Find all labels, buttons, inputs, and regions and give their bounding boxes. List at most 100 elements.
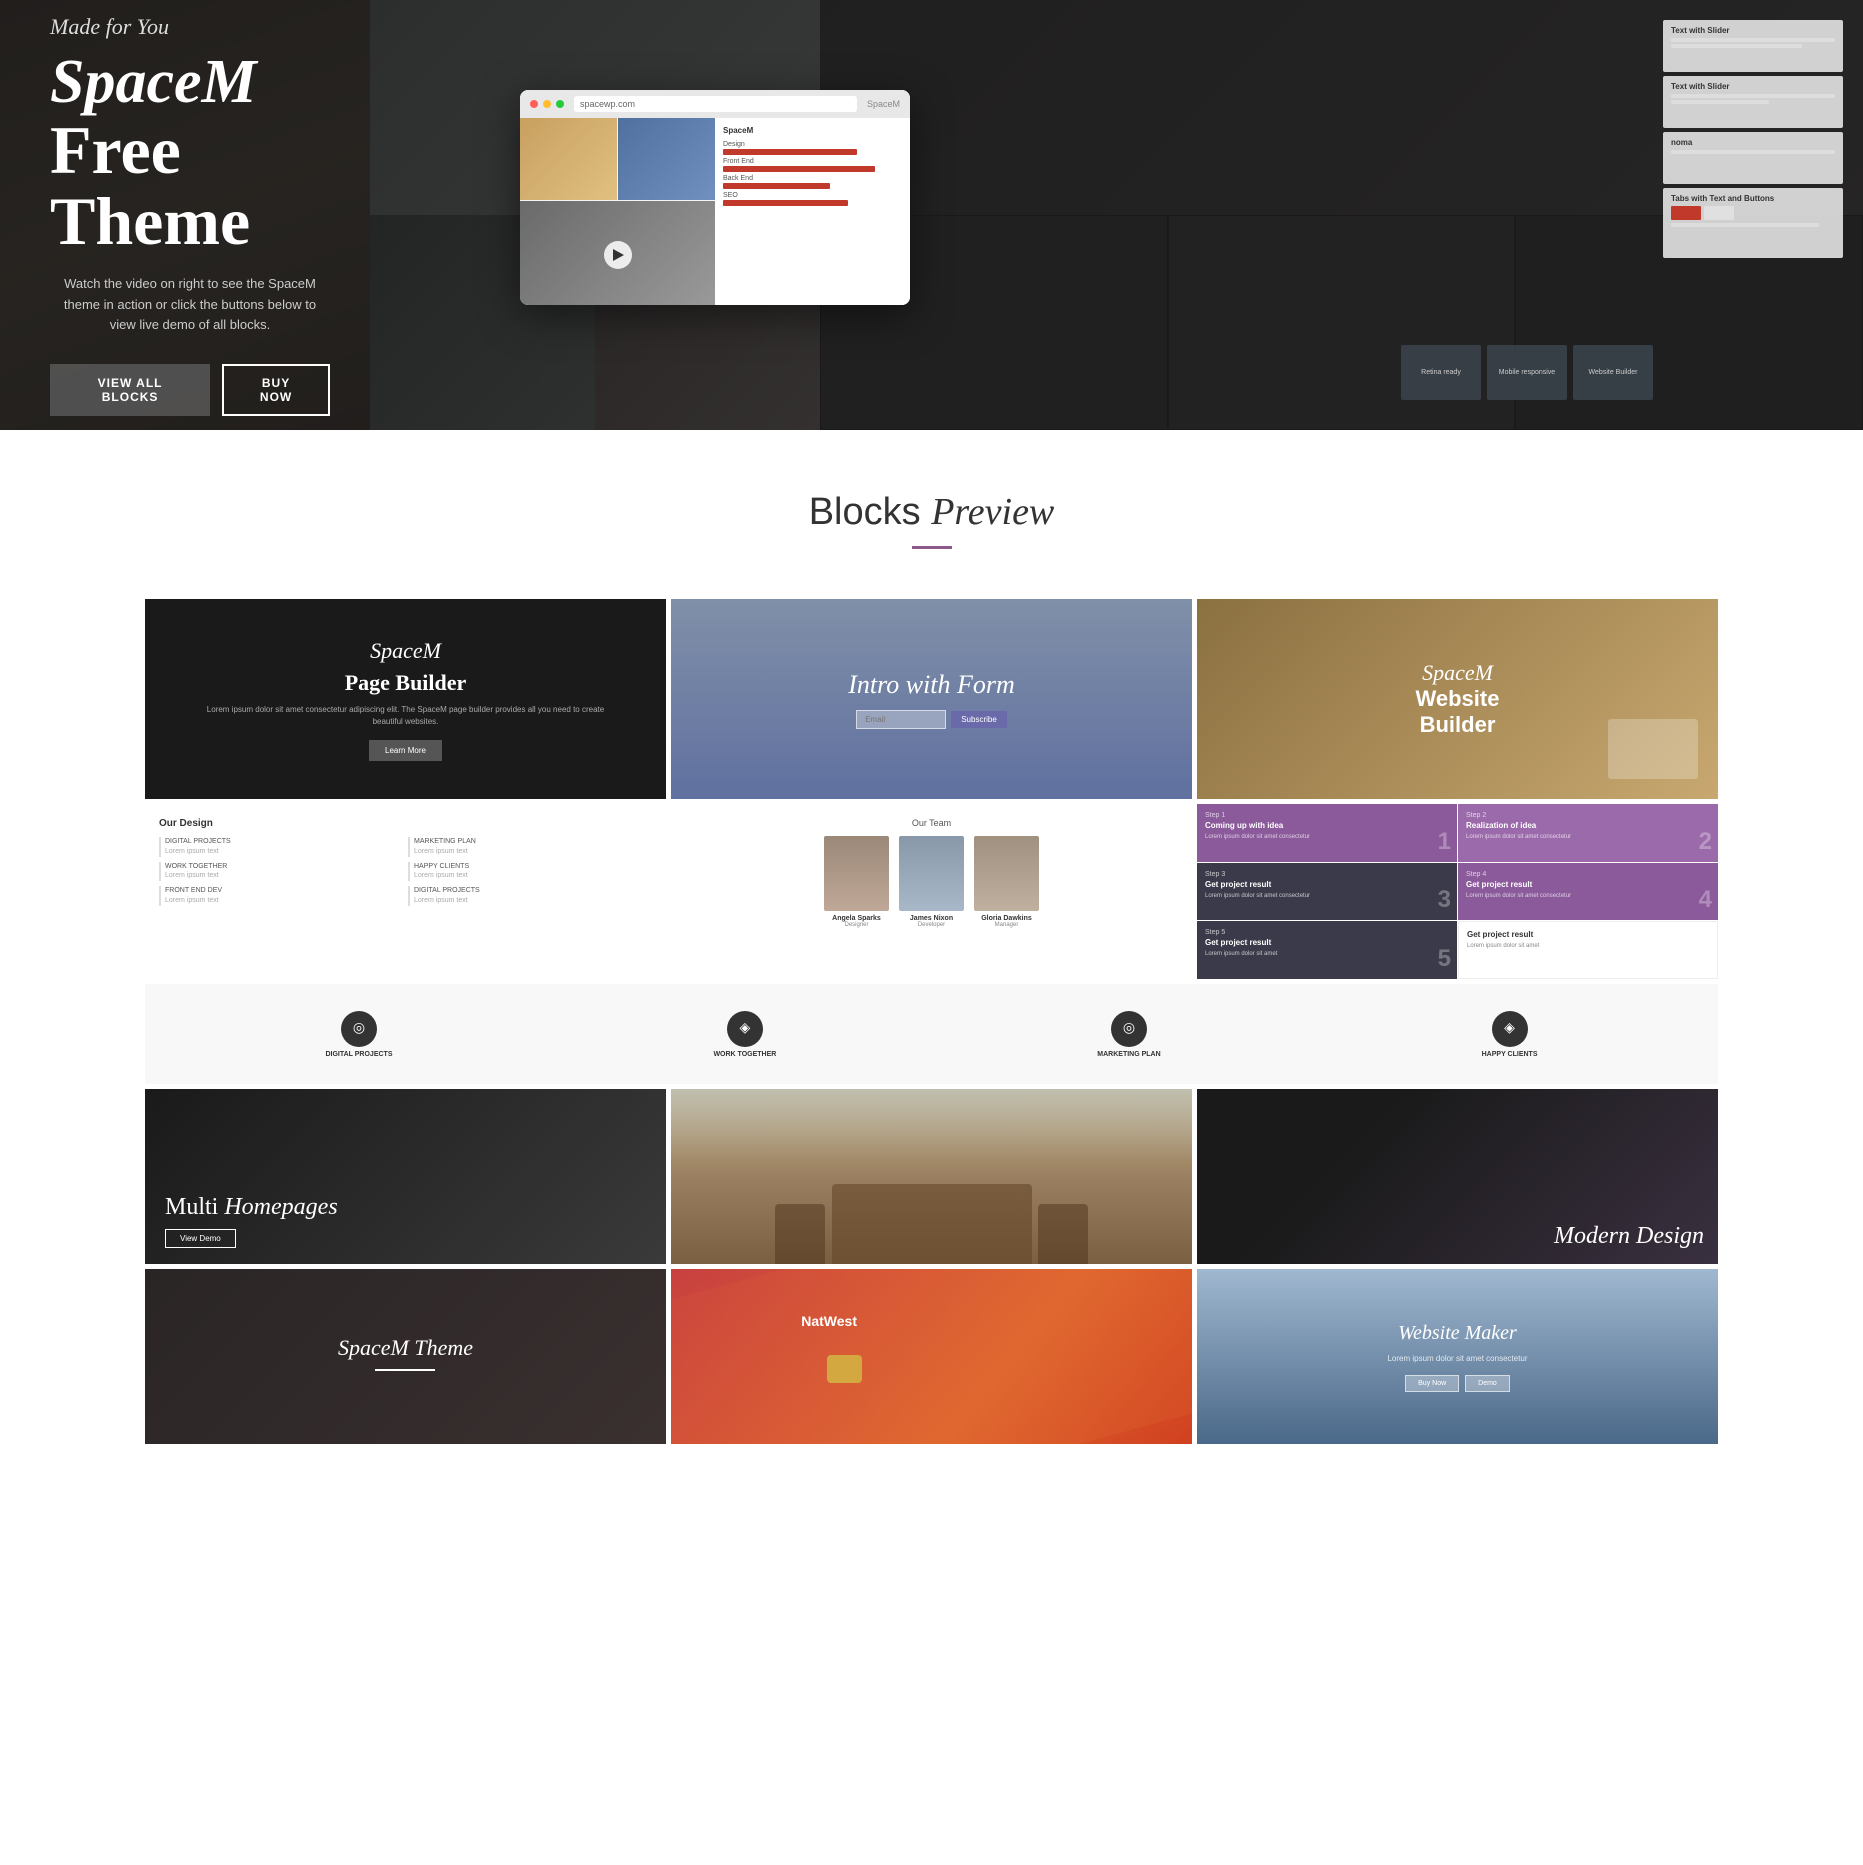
stat-item-1: ◎ DIGITAL PROJECTS xyxy=(325,1011,392,1058)
thumb-3: Website Builder xyxy=(1573,345,1653,400)
card-multi-homepages[interactable]: Multi Homepages View Demo xyxy=(145,1089,666,1264)
page-builder-desc: Lorem ipsum dolor sit amet consectetur a… xyxy=(201,704,610,728)
hero-tagline: Made for You xyxy=(50,14,330,40)
office-chair-1 xyxy=(775,1204,825,1264)
team-avatar-3 xyxy=(974,836,1039,911)
panel-1-title: Text with Slider xyxy=(1671,26,1835,35)
ps5-num: Step 5 xyxy=(1205,929,1449,936)
view-all-blocks-button[interactable]: VIEW ALL BLOCKS xyxy=(50,364,210,416)
intro-form-email-input[interactable] xyxy=(856,710,946,729)
office-window-light xyxy=(671,1089,1192,1159)
page-builder-subtitle: Page Builder xyxy=(345,670,467,696)
card-design-grid[interactable]: Our Design DIGITAL PROJECTSLorem ipsum t… xyxy=(145,804,666,979)
design-grid-header: Our Design xyxy=(159,818,652,829)
team-member-2: James Nixon Developer xyxy=(899,836,964,928)
process-step-3: Step 3 Get project result Lorem ipsum do… xyxy=(1197,863,1457,921)
browser-toolbar: spacewp.com SpaceM xyxy=(520,90,910,118)
team-name-3: Gloria Dawkins xyxy=(974,915,1039,922)
intro-form-submit-btn[interactable]: Subscribe xyxy=(951,711,1007,728)
credit-card-chip xyxy=(827,1355,862,1383)
browser-stats-panel: SpaceM Design Front End Back End SEO xyxy=(715,118,910,305)
card-website-maker[interactable]: Website Maker Lorem ipsum dolor sit amet… xyxy=(1197,1269,1718,1444)
card-page-builder[interactable]: SpaceM Page Builder Lorem ipsum dolor si… xyxy=(145,599,666,799)
card-process-steps[interactable]: Step 1 Coming up with idea Lorem ipsum d… xyxy=(1197,804,1718,979)
right-panel-1: Text with Slider xyxy=(1663,20,1843,72)
blocks-preview-title: Blocks Preview xyxy=(0,490,1863,534)
panel-2-title: Text with Slider xyxy=(1671,82,1835,91)
card-website-builder[interactable]: SpaceM Website Builder xyxy=(1197,599,1718,799)
browser-url: spacewp.com xyxy=(580,99,635,109)
maker-title: Website Maker xyxy=(1398,1322,1517,1345)
browser-dot-green xyxy=(556,100,564,108)
ps1-label: Coming up with idea xyxy=(1205,821,1449,830)
blocks-preview-header: Blocks Preview xyxy=(0,490,1863,549)
intro-form-title: Intro with Form xyxy=(848,670,1015,700)
panel-1-bar-1 xyxy=(1671,38,1835,42)
process-step-5: Step 5 Get project result Lorem ipsum do… xyxy=(1197,921,1457,979)
play-triangle xyxy=(613,249,624,261)
thumb-3-label: Website Builder xyxy=(1589,369,1638,376)
stat-label-1: DIGITAL PROJECTS xyxy=(325,1051,392,1058)
hero-title-line2: Free Theme xyxy=(50,112,250,259)
stat-item-4: ◈ HAPPY CLIENTS xyxy=(1482,1011,1538,1058)
ps5-label: Get project result xyxy=(1205,938,1449,947)
ps3-big-num: 3 xyxy=(1438,886,1451,914)
stat-icon-1: ◎ xyxy=(341,1011,377,1047)
office-chair-2 xyxy=(1038,1204,1088,1264)
multi-content: Multi Homepages View Demo xyxy=(165,1194,338,1248)
process-step-1: Step 1 Coming up with idea Lorem ipsum d… xyxy=(1197,804,1457,862)
team-role-3: Manager xyxy=(974,922,1039,928)
ps5-desc: Lorem ipsum dolor sit amet xyxy=(1205,950,1449,958)
hero-description: Watch the video on right to see the Spac… xyxy=(50,274,330,336)
card-spacem-theme[interactable]: SpaceM Theme xyxy=(145,1269,666,1444)
blocks-title-normal: Blocks xyxy=(809,491,921,533)
process-step-4: Step 4 Get project result Lorem ipsum do… xyxy=(1458,863,1718,921)
theme-title: SpaceM Theme xyxy=(338,1335,473,1361)
hero-title: SpaceM Free Theme xyxy=(50,50,330,258)
stat-bar-3: Back End xyxy=(723,175,902,189)
design-grid-items: DIGITAL PROJECTSLorem ipsum text MARKETI… xyxy=(159,837,652,906)
ps2-label: Realization of idea xyxy=(1466,821,1710,830)
maker-btns: Buy Now Demo xyxy=(1405,1375,1510,1392)
browser-stats-title: SpaceM xyxy=(723,126,902,135)
ps1-num: Step 1 xyxy=(1205,812,1449,819)
ps4-num: Step 4 xyxy=(1466,871,1710,878)
wb-title-italic: SpaceM xyxy=(1422,660,1493,686)
ps3-num: Step 3 xyxy=(1205,871,1449,878)
ps4-desc: Lorem ipsum dolor sit amet consectetur xyxy=(1466,892,1710,900)
theme-divider xyxy=(375,1369,435,1371)
ps2-big-num: 2 xyxy=(1699,828,1712,856)
hero-title-line1: SpaceM xyxy=(50,48,257,116)
maker-btn-1[interactable]: Buy Now xyxy=(1405,1375,1459,1392)
stat-icon-4: ◈ xyxy=(1492,1011,1528,1047)
browser-content: SpaceM Design Front End Back End SEO xyxy=(520,118,910,305)
page-builder-btn[interactable]: Learn More xyxy=(369,740,442,761)
team-name-1: Angela Sparks xyxy=(824,915,889,922)
multi-btn[interactable]: View Demo xyxy=(165,1229,236,1248)
ps6-label: Get project result xyxy=(1467,930,1709,939)
card-interior-office[interactable] xyxy=(671,1089,1192,1264)
panel-2-bar-2 xyxy=(1671,100,1769,104)
card-natwest[interactable]: NatWest xyxy=(671,1269,1192,1444)
buy-now-button[interactable]: BUY NOW xyxy=(222,364,330,416)
thumb-1: Retina ready xyxy=(1401,345,1481,400)
team-header: Our Team xyxy=(685,818,1178,828)
card-intro-form[interactable]: Intro with Form Subscribe xyxy=(671,599,1192,799)
hero-section: Made for You SpaceM Free Theme Watch the… xyxy=(0,0,1863,430)
hero-browser-mockup: spacewp.com SpaceM SpaceM Design xyxy=(520,90,910,305)
card-modern-design[interactable]: Modern Design xyxy=(1197,1089,1718,1264)
card-stats-row[interactable]: ◎ DIGITAL PROJECTS ◈ WORK TOGETHER ◎ MAR… xyxy=(145,984,1718,1084)
stat-item-3: ◎ MARKETING PLAN xyxy=(1097,1011,1160,1058)
maker-btn-2[interactable]: Demo xyxy=(1465,1375,1510,1392)
team-member-3: Gloria Dawkins Manager xyxy=(974,836,1039,928)
right-panel-4: Tabs with Text and Buttons xyxy=(1663,188,1843,258)
card-team[interactable]: Our Team Angela Sparks Designer James Ni… xyxy=(671,804,1192,979)
wb-title-bold: Website xyxy=(1416,686,1500,712)
preview-grid: SpaceM Page Builder Lorem ipsum dolor si… xyxy=(0,599,1863,1444)
right-panel-3: noma xyxy=(1663,132,1843,184)
team-avatar-1 xyxy=(824,836,889,911)
browser-play-button[interactable] xyxy=(604,241,632,269)
ps2-desc: Lorem ipsum dolor sit amet consectetur xyxy=(1466,833,1710,841)
stat-bar-4: SEO xyxy=(723,192,902,206)
browser-address-bar: spacewp.com xyxy=(574,96,857,112)
